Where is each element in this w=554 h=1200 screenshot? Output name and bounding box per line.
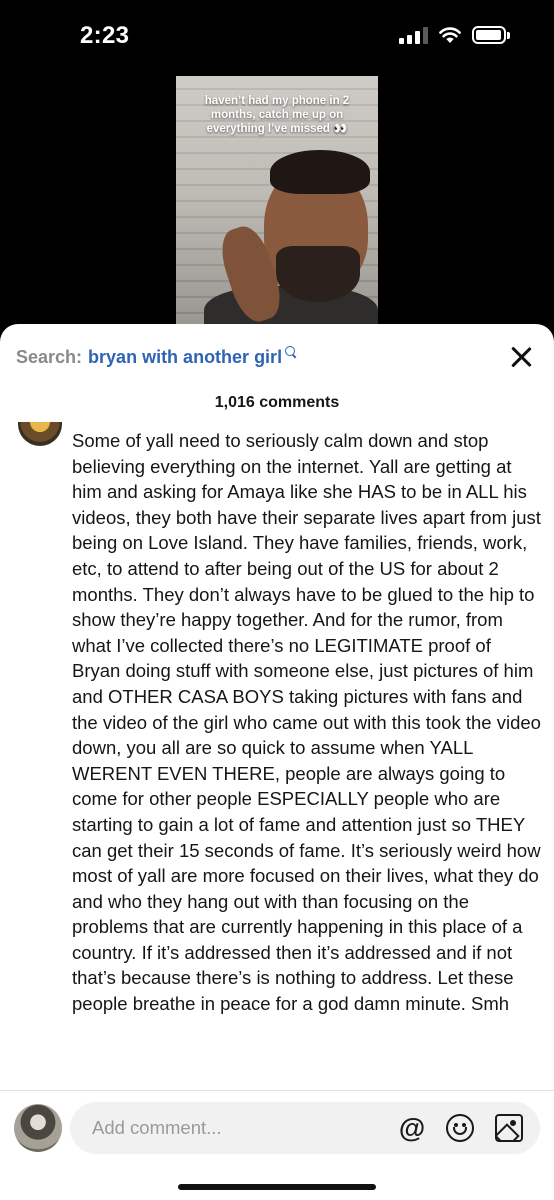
video-person-hair: [270, 150, 370, 194]
search-icon: [285, 346, 297, 358]
image-icon[interactable]: [495, 1114, 523, 1142]
search-suggestion[interactable]: Search: bryan with another girl: [16, 344, 538, 370]
comment-item: Some of yall need to seriously calm down…: [0, 422, 554, 1090]
mention-icon[interactable]: @: [398, 1114, 426, 1142]
comment-input-placeholder: Add comment...: [92, 1117, 222, 1138]
comment-count: 1,016 comments: [214, 394, 340, 411]
video-preview[interactable]: haven’t had my phone in 2 months, catch …: [176, 76, 378, 328]
avatar[interactable]: [18, 422, 62, 446]
video-caption: haven’t had my phone in 2 months, catch …: [204, 95, 350, 135]
status-bar: 2:23: [0, 0, 554, 76]
status-icons: [399, 26, 510, 44]
battery-icon: [472, 26, 510, 44]
video-person-beard: [276, 246, 360, 302]
close-icon[interactable]: [510, 346, 532, 368]
comment-input[interactable]: Add comment... @: [70, 1102, 540, 1154]
wifi-icon: [439, 27, 461, 43]
comments-sheet: Search: bryan with another girl 1,016 co…: [0, 324, 554, 1200]
cellular-signal-icon: [399, 26, 428, 44]
search-query-link[interactable]: bryan with another girl: [88, 347, 282, 368]
search-label: Search:: [16, 346, 83, 367]
home-indicator[interactable]: [178, 1184, 376, 1190]
status-time: 2:23: [80, 22, 130, 49]
emoji-icon[interactable]: [446, 1114, 474, 1142]
avatar: [14, 1104, 62, 1152]
divider: [0, 1090, 554, 1091]
comment-text: Some of yall need to seriously calm down…: [72, 430, 541, 1015]
